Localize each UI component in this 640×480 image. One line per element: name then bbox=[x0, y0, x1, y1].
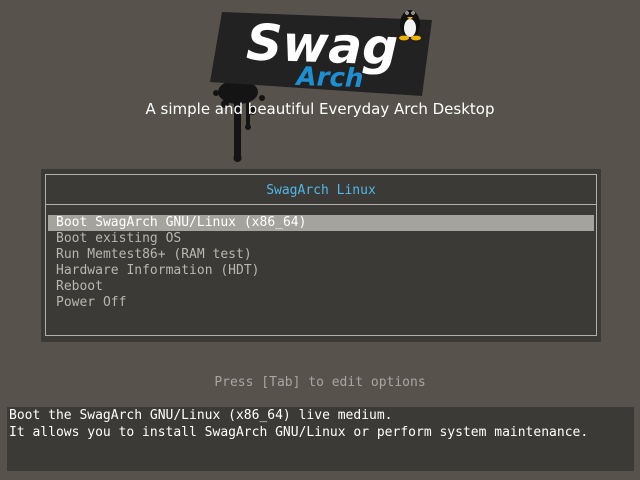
menu-item-memtest[interactable]: Run Memtest86+ (RAM test) bbox=[48, 247, 594, 263]
help-line-2: It allows you to install SwagArch GNU/Li… bbox=[9, 425, 589, 440]
menu-title: SwagArch Linux bbox=[266, 183, 376, 198]
tux-penguin-icon bbox=[399, 10, 421, 41]
paint-drip-icon bbox=[213, 80, 265, 162]
swagarch-logo: Swag Arch bbox=[210, 10, 432, 162]
tagline: A simple and beautiful Everyday Arch Des… bbox=[145, 100, 495, 118]
menu-item-boot-swagarch[interactable]: Boot SwagArch GNU/Linux (x86_64) bbox=[48, 215, 594, 231]
menu-item-reboot[interactable]: Reboot bbox=[48, 279, 594, 295]
logo-subword: Arch bbox=[294, 62, 364, 94]
menu-list: Boot SwagArch GNU/Linux (x86_64) Boot ex… bbox=[48, 215, 594, 311]
menu-divider bbox=[45, 204, 597, 205]
help-text-panel: Boot the SwagArch GNU/Linux (x86_64) liv… bbox=[7, 407, 634, 471]
help-line-1: Boot the SwagArch GNU/Linux (x86_64) liv… bbox=[9, 408, 393, 423]
boot-menu: SwagArch Linux Boot SwagArch GNU/Linux (… bbox=[41, 169, 601, 342]
menu-item-boot-existing-os[interactable]: Boot existing OS bbox=[48, 231, 594, 247]
edit-options-hint: Press [Tab] to edit options bbox=[214, 375, 426, 390]
menu-item-power-off[interactable]: Power Off bbox=[48, 295, 594, 311]
menu-item-hardware-info[interactable]: Hardware Information (HDT) bbox=[48, 263, 594, 279]
